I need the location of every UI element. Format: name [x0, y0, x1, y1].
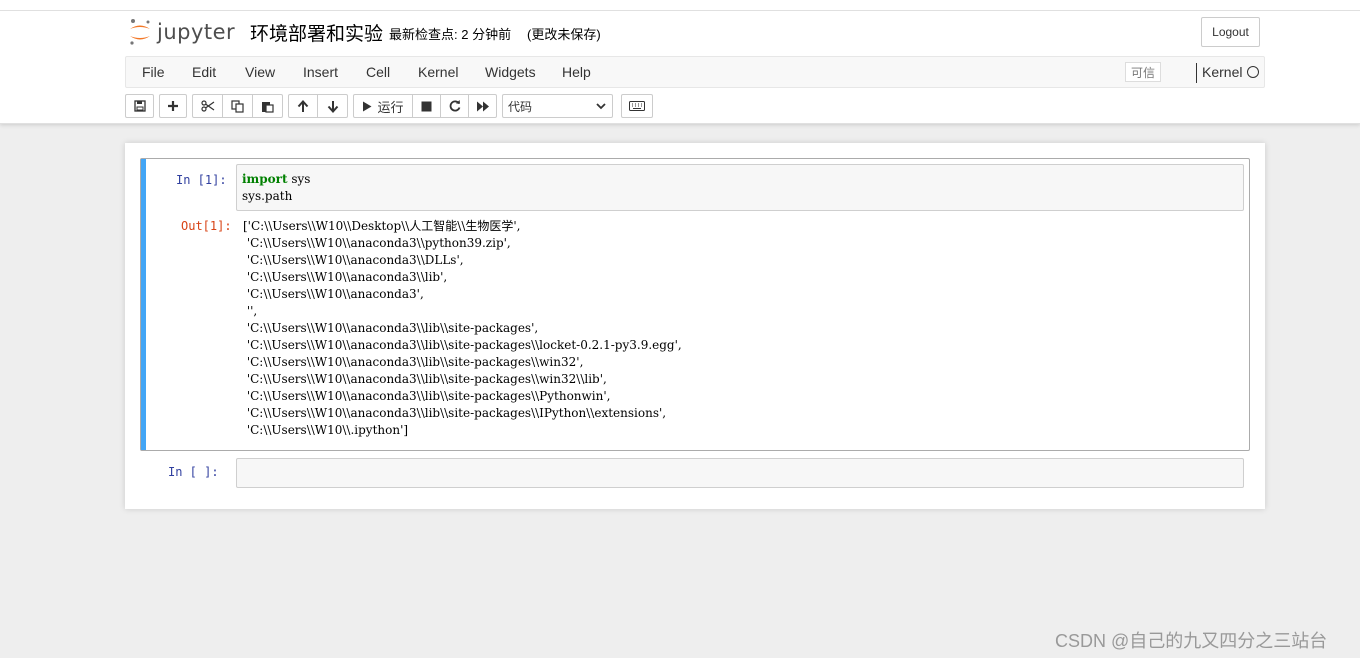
toolbar-group-insert	[159, 94, 187, 118]
logo-text: jupyter	[157, 20, 236, 44]
code-line-1-rest: sys	[287, 172, 311, 186]
cell-type-select[interactable]: 代码	[502, 94, 613, 118]
arrow-down-icon	[327, 100, 338, 113]
output-line: 'C:\\Users\\W10\\anaconda3\\lib\\site-pa…	[243, 355, 584, 369]
code-keyword: import	[242, 172, 288, 186]
cut-button[interactable]	[193, 95, 223, 117]
arrow-up-icon	[297, 99, 309, 112]
code-text: import sys sys.path	[242, 171, 310, 205]
code-line-2: sys.path	[242, 189, 293, 203]
output-line: 'C:\\Users\\W10\\anaconda3\\lib',	[243, 270, 448, 284]
paste-icon	[262, 101, 274, 113]
plus-icon	[168, 101, 178, 111]
toolbar-group-save	[125, 94, 154, 118]
output-line: 'C:\\Users\\W10\\anaconda3\\python39.zip…	[243, 236, 511, 250]
toolbar-group-move	[288, 94, 348, 118]
notebook-container: In [1]: import sys sys.path Out[1]: ['C:…	[125, 143, 1265, 509]
csdn-watermark: CSDN @自己的九又四分之三站台	[1055, 631, 1328, 651]
stop-icon	[421, 101, 432, 111]
output-line: 'C:\\Users\\W10\\anaconda3\\lib\\site-pa…	[243, 321, 539, 335]
notebook-title[interactable]: 环境部署和实验	[250, 19, 383, 46]
interrupt-kernel-button[interactable]	[413, 95, 441, 117]
menu-help[interactable]: Help	[562, 64, 591, 80]
cell-output: ['C:\\Users\\W10\\Desktop\\人工智能\\生物医学', …	[243, 218, 682, 439]
output-line: 'C:\\Users\\W10\\.ipython']	[243, 423, 409, 437]
output-line: 'C:\\Users\\W10\\anaconda3\\lib\\site-pa…	[243, 389, 611, 403]
fast-forward-icon	[476, 101, 489, 111]
output-line: 'C:\\Users\\W10\\anaconda3\\lib\\site-pa…	[243, 406, 667, 420]
menu-widgets[interactable]: Widgets	[485, 64, 536, 80]
menu-insert[interactable]: Insert	[303, 64, 338, 80]
insert-cell-below-button[interactable]	[160, 95, 186, 117]
copy-icon	[231, 99, 244, 113]
chevron-down-icon	[596, 103, 606, 110]
input-prompt: In [ ]:	[168, 465, 219, 479]
code-cell-selected[interactable]: In [1]: import sys sys.path Out[1]: ['C:…	[140, 158, 1250, 451]
input-prompt: In [1]:	[176, 173, 227, 187]
restart-kernel-button[interactable]	[441, 95, 469, 117]
menu-file[interactable]: File	[142, 64, 165, 80]
logout-button[interactable]: Logout	[1201, 17, 1260, 47]
selected-cell-indicator	[141, 159, 146, 450]
scissors-icon	[200, 100, 214, 112]
keyboard-icon	[629, 101, 645, 111]
copy-button[interactable]	[223, 95, 253, 117]
jupyter-logo-icon	[128, 18, 152, 46]
output-lines: ['C:\\Users\\W10\\Desktop\\人工智能\\生物医学', …	[243, 218, 682, 439]
trusted-indicator[interactable]: 可信	[1125, 62, 1161, 82]
move-up-button[interactable]	[289, 95, 318, 117]
toolbar-group-edit	[192, 94, 283, 118]
cell-type-value: 代码	[508, 99, 533, 114]
code-editor-empty[interactable]	[236, 458, 1244, 488]
output-line: 'C:\\Users\\W10\\anaconda3\\lib\\site-pa…	[243, 372, 607, 386]
paste-button[interactable]	[253, 95, 282, 117]
code-editor[interactable]: import sys sys.path	[236, 164, 1244, 211]
restart-icon	[449, 100, 460, 112]
output-line: 'C:\\Users\\W10\\anaconda3\\lib\\site-pa…	[243, 338, 682, 352]
top-divider	[0, 10, 1360, 11]
autosave-status: (更改未保存)	[527, 27, 601, 42]
restart-run-all-button[interactable]	[469, 95, 496, 117]
checkpoint-status: 最新检查点: 2 分钟前	[389, 27, 512, 42]
play-icon	[363, 101, 372, 111]
menu-cell[interactable]: Cell	[366, 64, 390, 80]
run-label: 运行	[377, 99, 404, 115]
move-down-button[interactable]	[318, 95, 347, 117]
toolbar-group-palette	[621, 94, 653, 118]
kernel-idle-icon	[1247, 66, 1259, 78]
save-icon	[133, 100, 146, 112]
output-line: 'C:\\Users\\W10\\anaconda3',	[243, 287, 424, 301]
menu-edit[interactable]: Edit	[192, 64, 216, 80]
save-button[interactable]	[126, 95, 153, 117]
command-palette-button[interactable]	[622, 95, 652, 117]
output-prompt: Out[1]:	[181, 219, 232, 233]
output-line: 'C:\\Users\\W10\\anaconda3\\DLLs',	[243, 253, 464, 267]
header: jupyter 环境部署和实验 最新检查点: 2 分钟前 (更改未保存) Log…	[0, 0, 1360, 124]
run-button[interactable]: 运行	[354, 95, 413, 117]
code-cell-empty[interactable]: In [ ]:	[140, 456, 1250, 490]
menu-kernel[interactable]: Kernel	[418, 64, 458, 80]
jupyter-logo[interactable]: jupyter	[128, 17, 235, 47]
kernel-name[interactable]: Kernel	[1202, 64, 1242, 80]
kernel-divider	[1196, 63, 1197, 83]
menu-view[interactable]: View	[245, 64, 275, 80]
menubar: File Edit View Insert Cell Kernel Widget…	[125, 56, 1265, 88]
output-line: '',	[243, 304, 258, 318]
toolbar-group-run: 运行	[353, 94, 497, 118]
output-line: ['C:\\Users\\W10\\Desktop\\人工智能\\生物医学',	[243, 219, 521, 233]
